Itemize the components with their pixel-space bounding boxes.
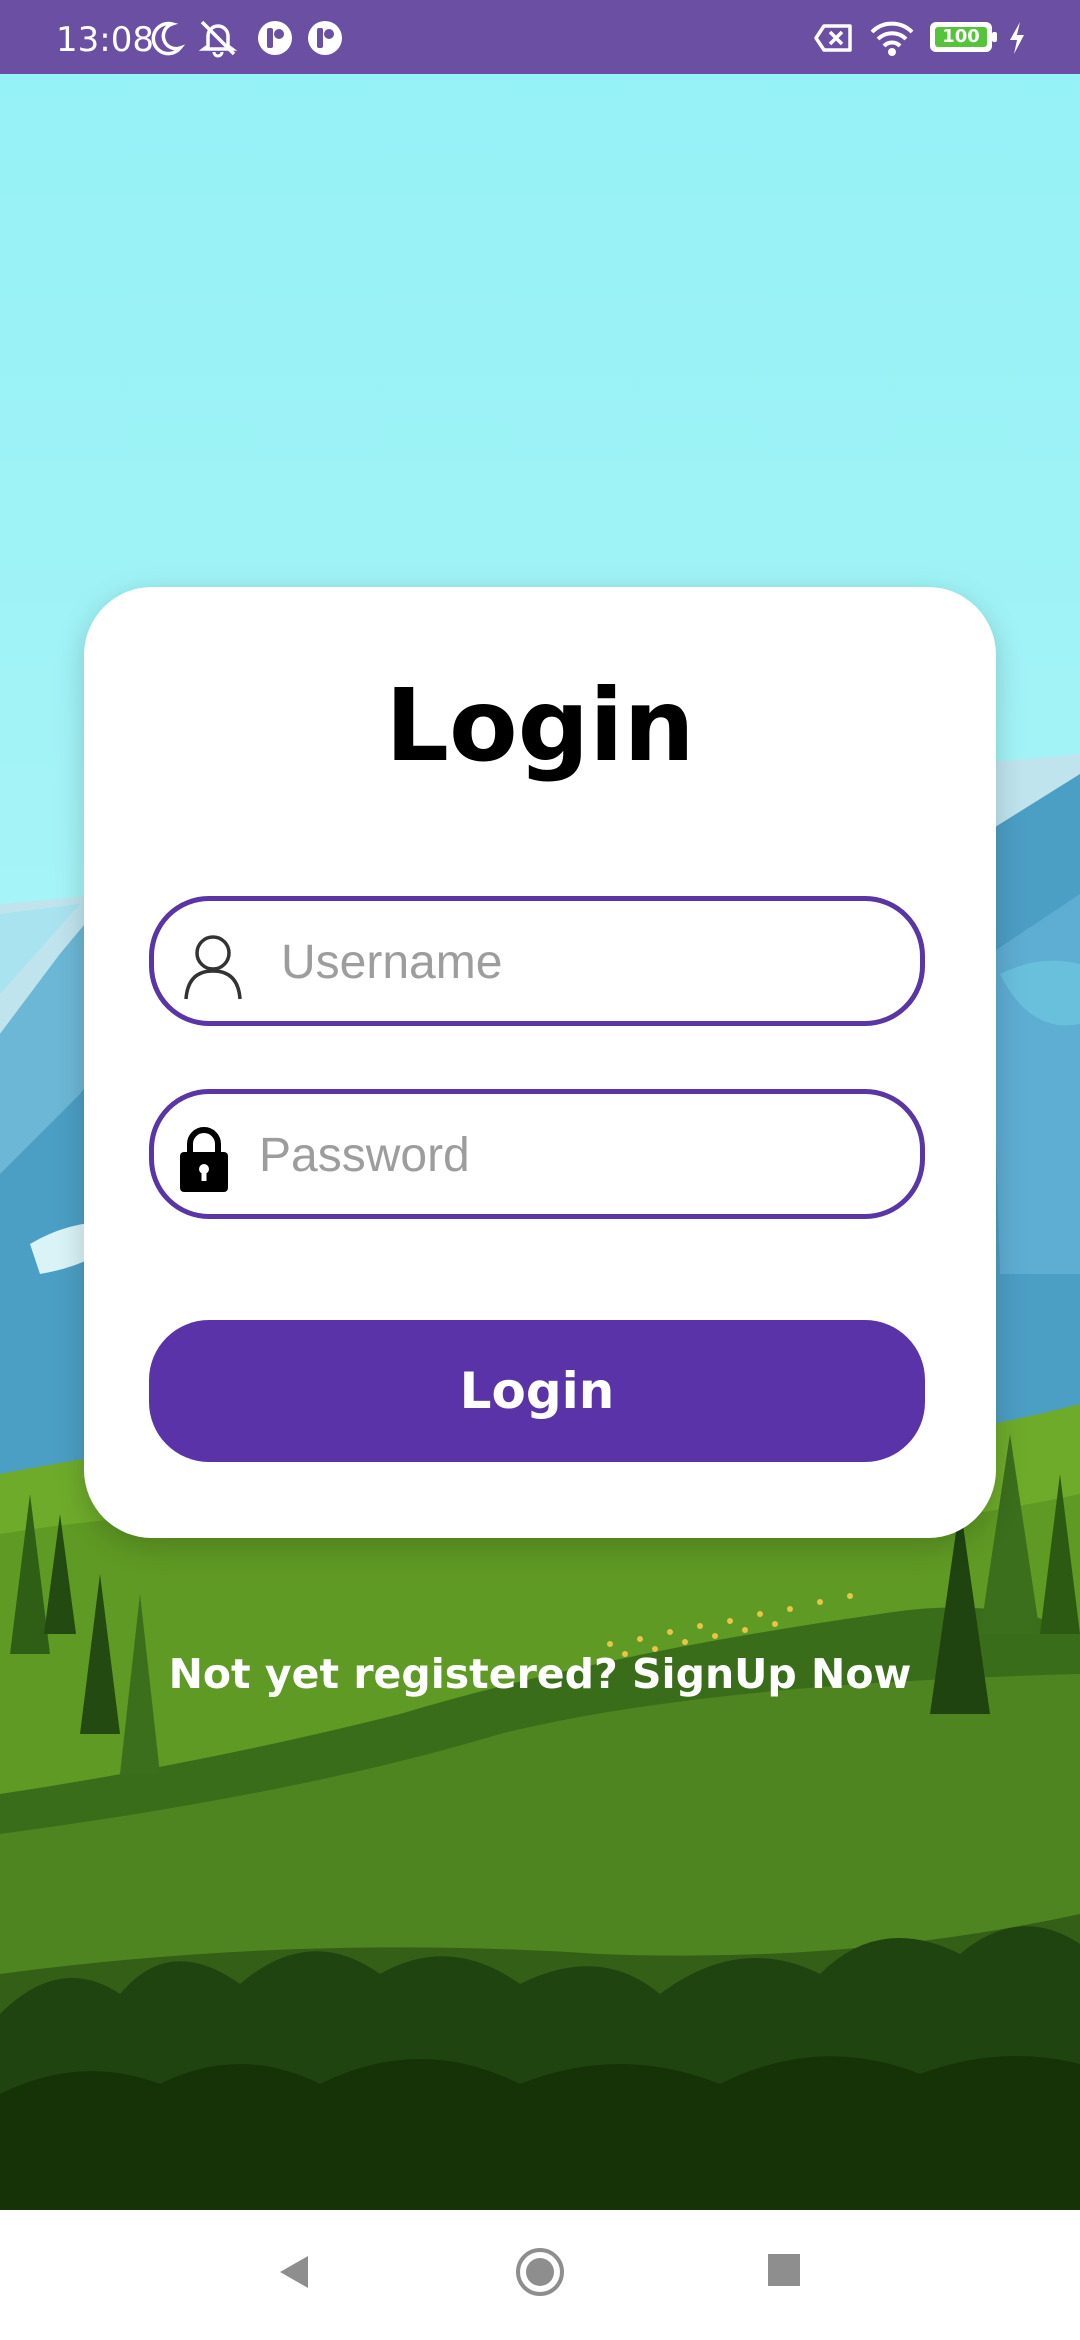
lock-icon xyxy=(180,1127,228,1192)
charging-icon xyxy=(1010,22,1024,54)
recents-icon[interactable] xyxy=(766,2252,802,2288)
battery-icon: 100 xyxy=(930,22,997,52)
home-icon[interactable] xyxy=(514,2246,566,2298)
password-input[interactable] xyxy=(257,1094,901,1216)
username-field[interactable] xyxy=(149,896,925,1026)
navigation-bar xyxy=(0,2210,1080,2340)
login-screen: 13:08 100 Login Username Login Not yet r… xyxy=(0,0,1080,2340)
wifi-icon xyxy=(870,21,914,56)
sim-card-off-icon xyxy=(814,24,852,52)
status-bar: 13:08 100 xyxy=(0,0,1080,74)
username-input[interactable] xyxy=(279,901,903,1023)
login-title: Login xyxy=(385,667,695,784)
user-icon xyxy=(184,935,242,1000)
notifications-off-icon xyxy=(198,20,238,58)
login-card: Login Login xyxy=(84,587,996,1538)
app-notification-icon xyxy=(258,21,292,55)
app-notification-icon xyxy=(308,21,342,55)
moon-icon xyxy=(151,21,186,56)
password-field[interactable] xyxy=(149,1089,925,1219)
battery-level: 100 xyxy=(942,26,980,47)
login-button[interactable]: Login xyxy=(149,1320,925,1462)
status-time: 13:08 xyxy=(56,20,154,60)
back-icon[interactable] xyxy=(272,2250,316,2294)
signup-link[interactable]: Not yet registered? SignUp Now xyxy=(0,1650,1080,1698)
